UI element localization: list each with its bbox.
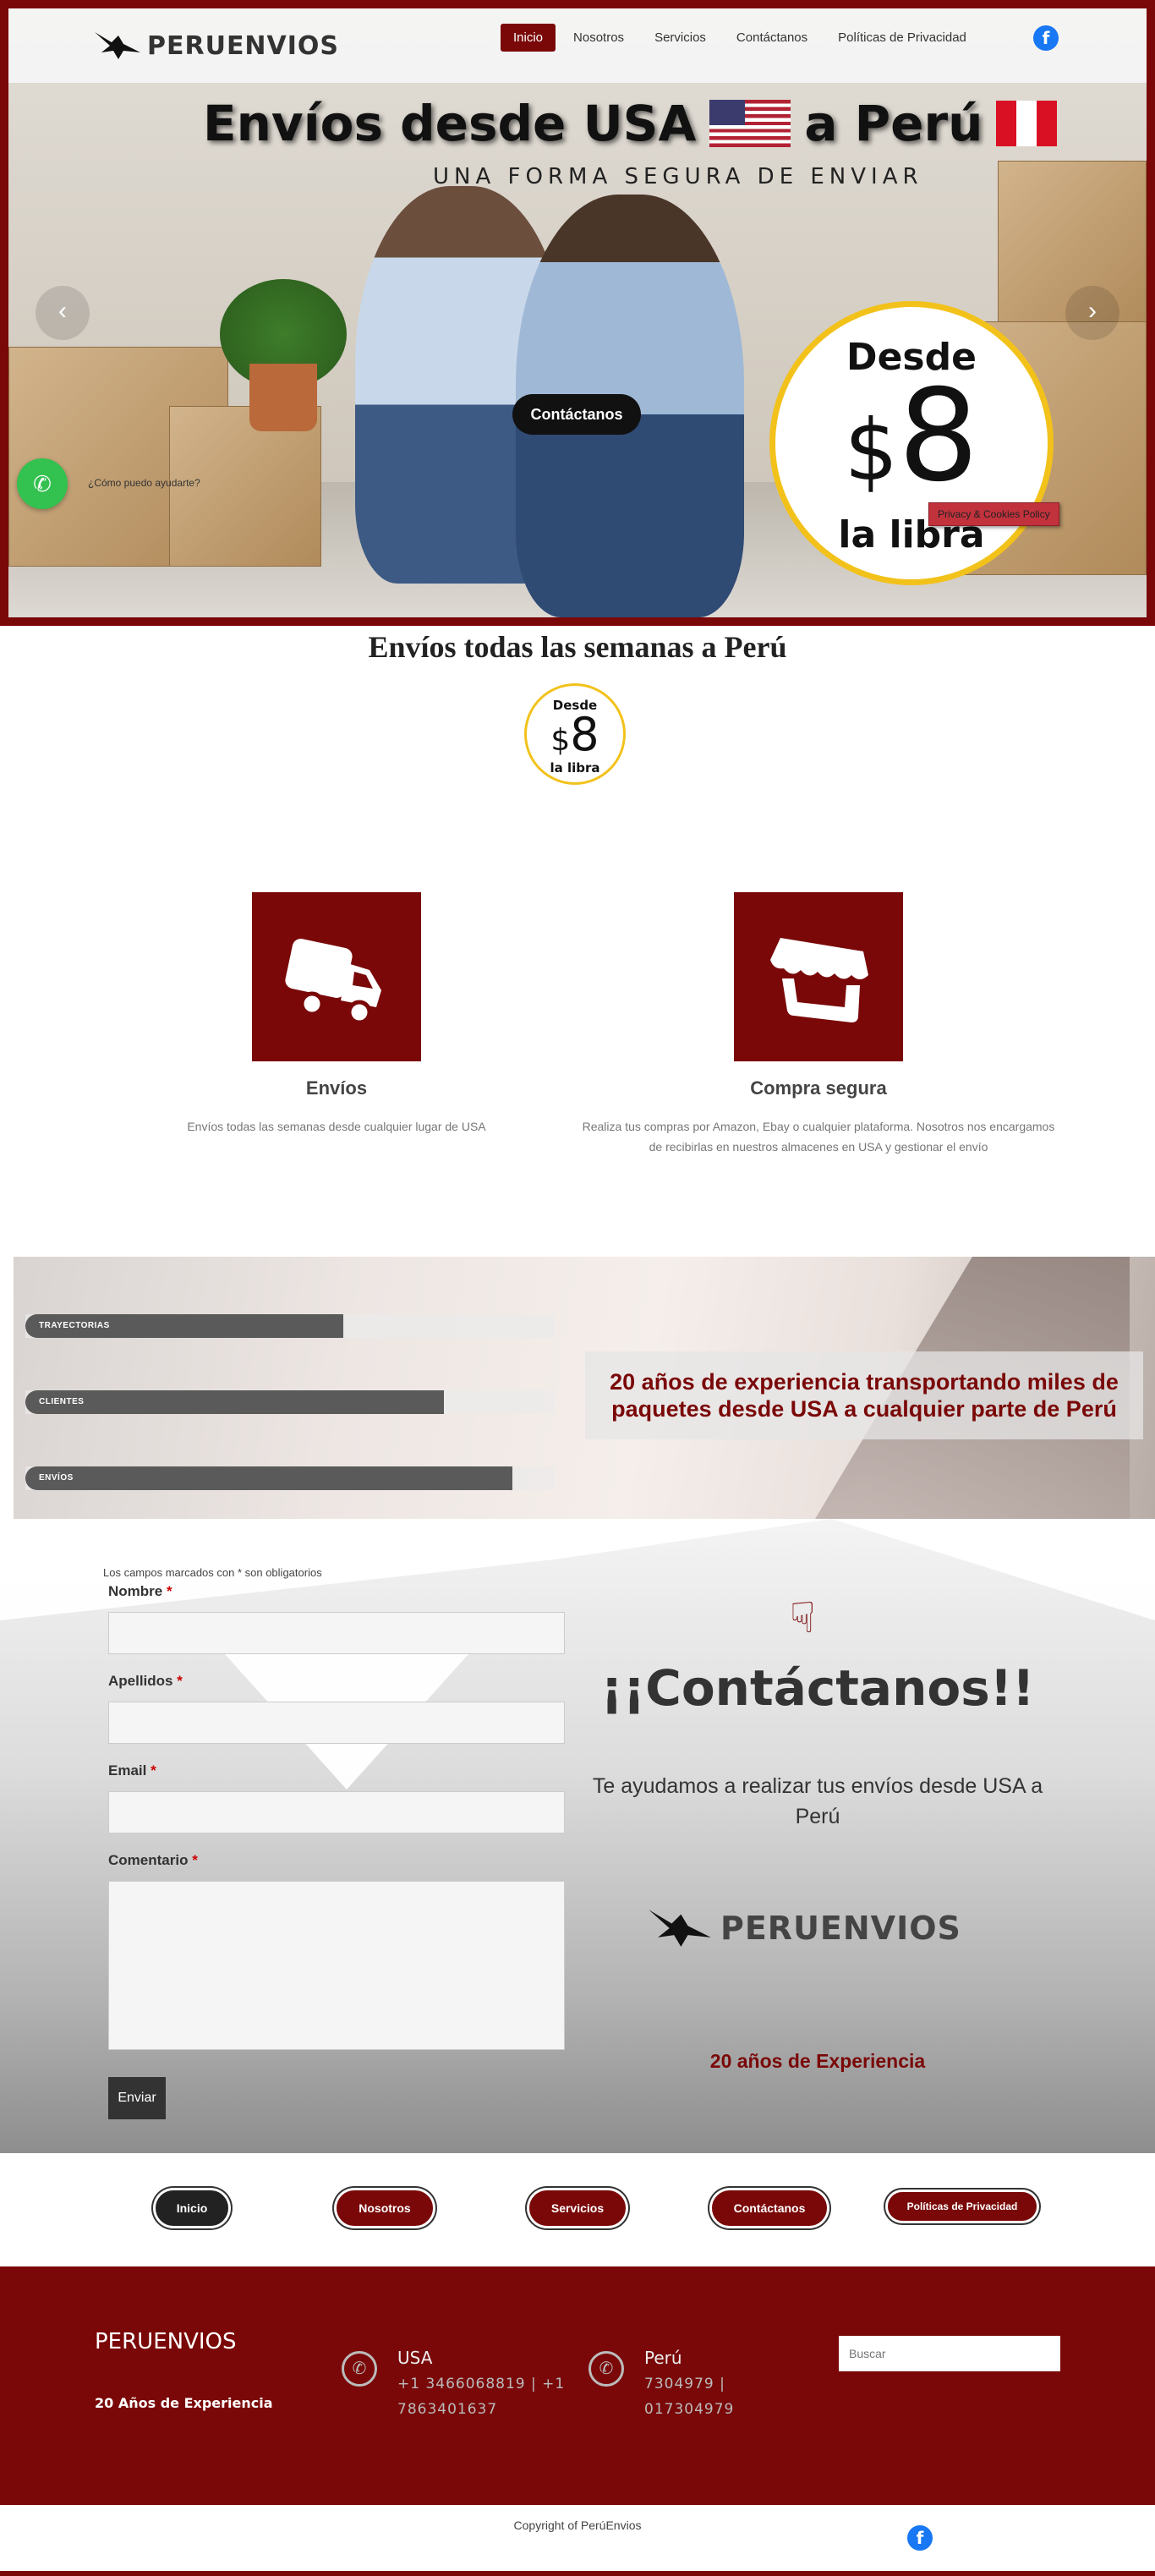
- nombre-input[interactable]: [108, 1612, 565, 1654]
- footer-experience: 20 Años de Experiencia: [95, 2395, 273, 2411]
- footer-nav-inicio[interactable]: Inicio: [156, 2190, 228, 2226]
- stat-label: TRAYECTORIAS: [39, 1321, 110, 1330]
- footer-peru-country: Perú: [644, 2348, 682, 2368]
- slider-prev-arrow-icon[interactable]: ‹: [36, 286, 90, 340]
- badge-small-price: $8: [550, 708, 599, 761]
- condor-icon: [95, 32, 140, 59]
- contact-section: Los campos marcados con * son obligatori…: [0, 1519, 1155, 2153]
- stat-label: ENVÍOS: [39, 1473, 74, 1483]
- truck-icon: [285, 939, 381, 1025]
- apellidos-input[interactable]: [108, 1702, 565, 1744]
- email-label: Email *: [108, 1762, 156, 1779]
- site-logo[interactable]: PERUENVIOS: [93, 27, 339, 64]
- plant-pot: [249, 364, 317, 431]
- stat-bar-envios: ENVÍOS: [25, 1466, 555, 1490]
- price-badge-large: Desde $8 la libra: [769, 301, 1054, 585]
- feature-envios-title: Envíos: [305, 1077, 368, 1099]
- stat-bar-trayectorias: TRAYECTORIAS: [25, 1314, 555, 1338]
- facebook-icon[interactable]: f: [1033, 25, 1059, 51]
- apellidos-label: Apellidos *: [108, 1673, 183, 1689]
- contact-experience: 20 años de Experiencia: [709, 2050, 926, 2072]
- facebook-icon[interactable]: f: [907, 2525, 933, 2551]
- hero-title-part2: a Perú: [804, 95, 983, 152]
- comentario-textarea[interactable]: [108, 1881, 565, 2050]
- store-icon: [770, 938, 868, 1022]
- hero-subtitle: UNA FORMA SEGURA DE ENVIAR: [433, 164, 923, 189]
- pointing-hand-icon: ☟: [790, 1594, 816, 1642]
- footer: PERUENVIOS 20 Años de Experiencia ✆ USA …: [0, 2266, 1155, 2505]
- feature-envios-box: [252, 892, 421, 1061]
- whatsapp-phone-icon: ✆: [342, 2351, 377, 2387]
- contact-logo: PERUENVIOS: [646, 1903, 961, 1954]
- price-badge-small: Desde $8 la libra: [524, 683, 626, 785]
- copyright: Copyright of PerúEnvios: [513, 2518, 642, 2532]
- nav-contactanos[interactable]: Contáctanos: [724, 24, 820, 52]
- hero-title-part1: Envíos desde USA: [203, 95, 697, 152]
- footer-usa-phones: +1 3466068819 | +1 7863401637: [397, 2376, 566, 2418]
- required-note: Los campos marcados con * son obligatori…: [103, 1566, 322, 1579]
- feature-compra-desc: Realiza tus compras por Amazon, Ebay o c…: [582, 1120, 1055, 1154]
- footer-brand: PERUENVIOS: [95, 2329, 237, 2354]
- nombre-label: Nombre *: [108, 1583, 172, 1599]
- email-input[interactable]: [108, 1791, 565, 1833]
- bottom-line: [0, 2571, 1155, 2576]
- experience-note: 20 años de experiencia transportando mil…: [585, 1351, 1143, 1439]
- stat-label: CLIENTES: [39, 1397, 85, 1406]
- badge-price: $8: [844, 363, 979, 510]
- footer-peru-phones: 7304979 | 017304979: [644, 2376, 735, 2418]
- whatsapp-phone-icon: ✆: [588, 2351, 624, 2387]
- footer-nav-nosotros[interactable]: Nosotros: [337, 2190, 433, 2226]
- footer-search-input[interactable]: [839, 2336, 1060, 2371]
- nav-politicas[interactable]: Políticas de Privacidad: [825, 24, 979, 52]
- contact-subtitle: Te ayudamos a realizar tus envíos desde …: [592, 1774, 1043, 1828]
- nav-inicio[interactable]: Inicio: [501, 24, 556, 52]
- contact-title: ¡¡Contáctanos!!: [600, 1659, 1035, 1717]
- stats-band: TRAYECTORIAS CLIENTES ENVÍOS 20 años de …: [14, 1257, 1155, 1519]
- condor-icon: [649, 1910, 711, 1947]
- footer-nav-politicas[interactable]: Políticas de Privacidad: [888, 2192, 1037, 2221]
- feature-compra-box: [734, 892, 903, 1061]
- slider-next-arrow-icon[interactable]: ›: [1065, 286, 1119, 340]
- feature-compra-title: Compra segura: [750, 1077, 887, 1099]
- whatsapp-prompt: ¿Cómo puedo ayudarte?: [88, 477, 200, 489]
- footer-nav-contactanos[interactable]: Contáctanos: [712, 2190, 827, 2226]
- footer-usa-country: USA: [397, 2348, 433, 2368]
- top-navbar: PERUENVIOS Inicio Nosotros Servicios Con…: [8, 8, 1147, 83]
- weekly-heading: Envíos todas las semanas a Perú: [368, 630, 787, 664]
- nav-servicios[interactable]: Servicios: [642, 24, 719, 52]
- hero-title: Envíos desde USA a Perú: [203, 95, 1058, 152]
- stat-bar-clientes: CLIENTES: [25, 1390, 555, 1414]
- cookie-policy-button[interactable]: Privacy & Cookies Policy: [928, 502, 1059, 526]
- peru-flag-icon: [996, 101, 1058, 146]
- page: PERUENVIOS Inicio Nosotros Servicios Con…: [0, 0, 1155, 2576]
- whatsapp-icon[interactable]: ✆: [17, 458, 68, 509]
- feature-envios-desc: Envíos todas las semanas desde cualquier…: [187, 1120, 486, 1133]
- stat-bar-fill: [25, 1390, 444, 1414]
- hero-frame: PERUENVIOS Inicio Nosotros Servicios Con…: [0, 0, 1155, 626]
- footer-nav-servicios[interactable]: Servicios: [529, 2190, 626, 2226]
- comentario-label: Comentario *: [108, 1852, 198, 1868]
- stat-bar-fill: [25, 1466, 512, 1490]
- usa-flag-icon: [709, 100, 791, 147]
- nav-nosotros[interactable]: Nosotros: [561, 24, 637, 52]
- hero-contact-button[interactable]: Contáctanos: [512, 394, 641, 435]
- main-nav: Inicio Nosotros Servicios Contáctanos Po…: [501, 24, 979, 52]
- badge-small-bottom: la libra: [550, 760, 600, 776]
- logo-text: PERUENVIOS: [147, 30, 340, 61]
- enviar-button[interactable]: Enviar: [108, 2077, 166, 2119]
- contact-logo-text: PERUENVIOS: [720, 1910, 961, 1947]
